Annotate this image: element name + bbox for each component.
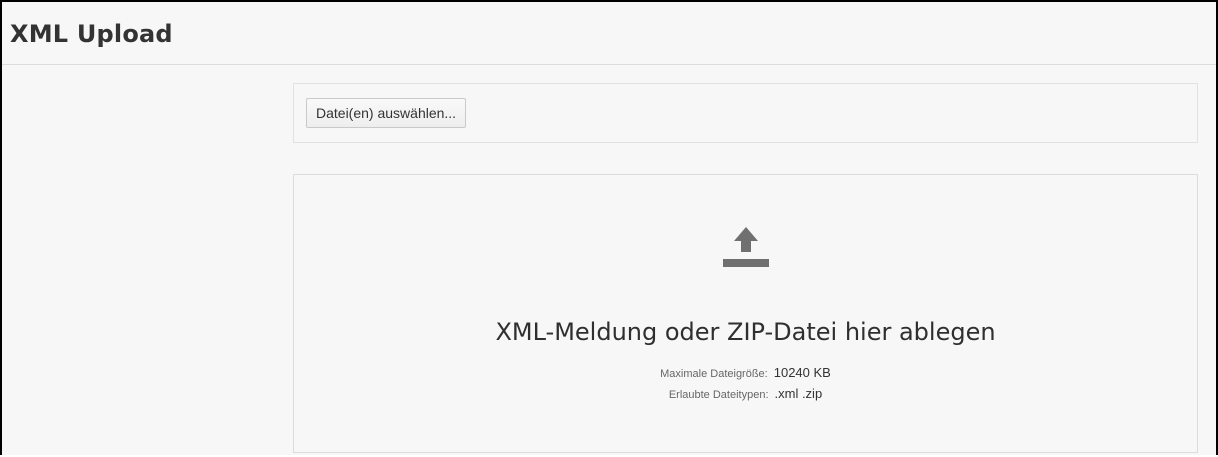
upload-window: XML Upload Datei(en) auswählen... XML-Me… bbox=[0, 0, 1218, 455]
select-files-button[interactable]: Datei(en) auswählen... bbox=[306, 98, 467, 128]
page-header: XML Upload bbox=[2, 2, 1216, 65]
file-types-value: .xml .zip bbox=[774, 386, 823, 401]
page-title: XML Upload bbox=[10, 20, 173, 48]
file-select-panel: Datei(en) auswählen... bbox=[293, 83, 1198, 143]
upload-constraints: Maximale Dateigröße: 10240 KB Erlaubte Da… bbox=[294, 363, 1197, 405]
file-types-label: Erlaubte Dateitypen: bbox=[668, 389, 769, 401]
upload-icon bbox=[722, 227, 769, 267]
max-size-value: 10240 KB bbox=[773, 365, 831, 380]
drop-instruction: XML-Meldung oder ZIP-Datei hier ablegen bbox=[495, 318, 996, 346]
max-size-label: Maximale Dateigröße: bbox=[660, 368, 768, 380]
max-size-row: Maximale Dateigröße: 10240 KB bbox=[294, 363, 1197, 384]
file-types-row: Erlaubte Dateitypen: .xml .zip bbox=[294, 384, 1197, 405]
file-drop-zone[interactable]: XML-Meldung oder ZIP-Datei hier ablegen … bbox=[293, 174, 1198, 453]
